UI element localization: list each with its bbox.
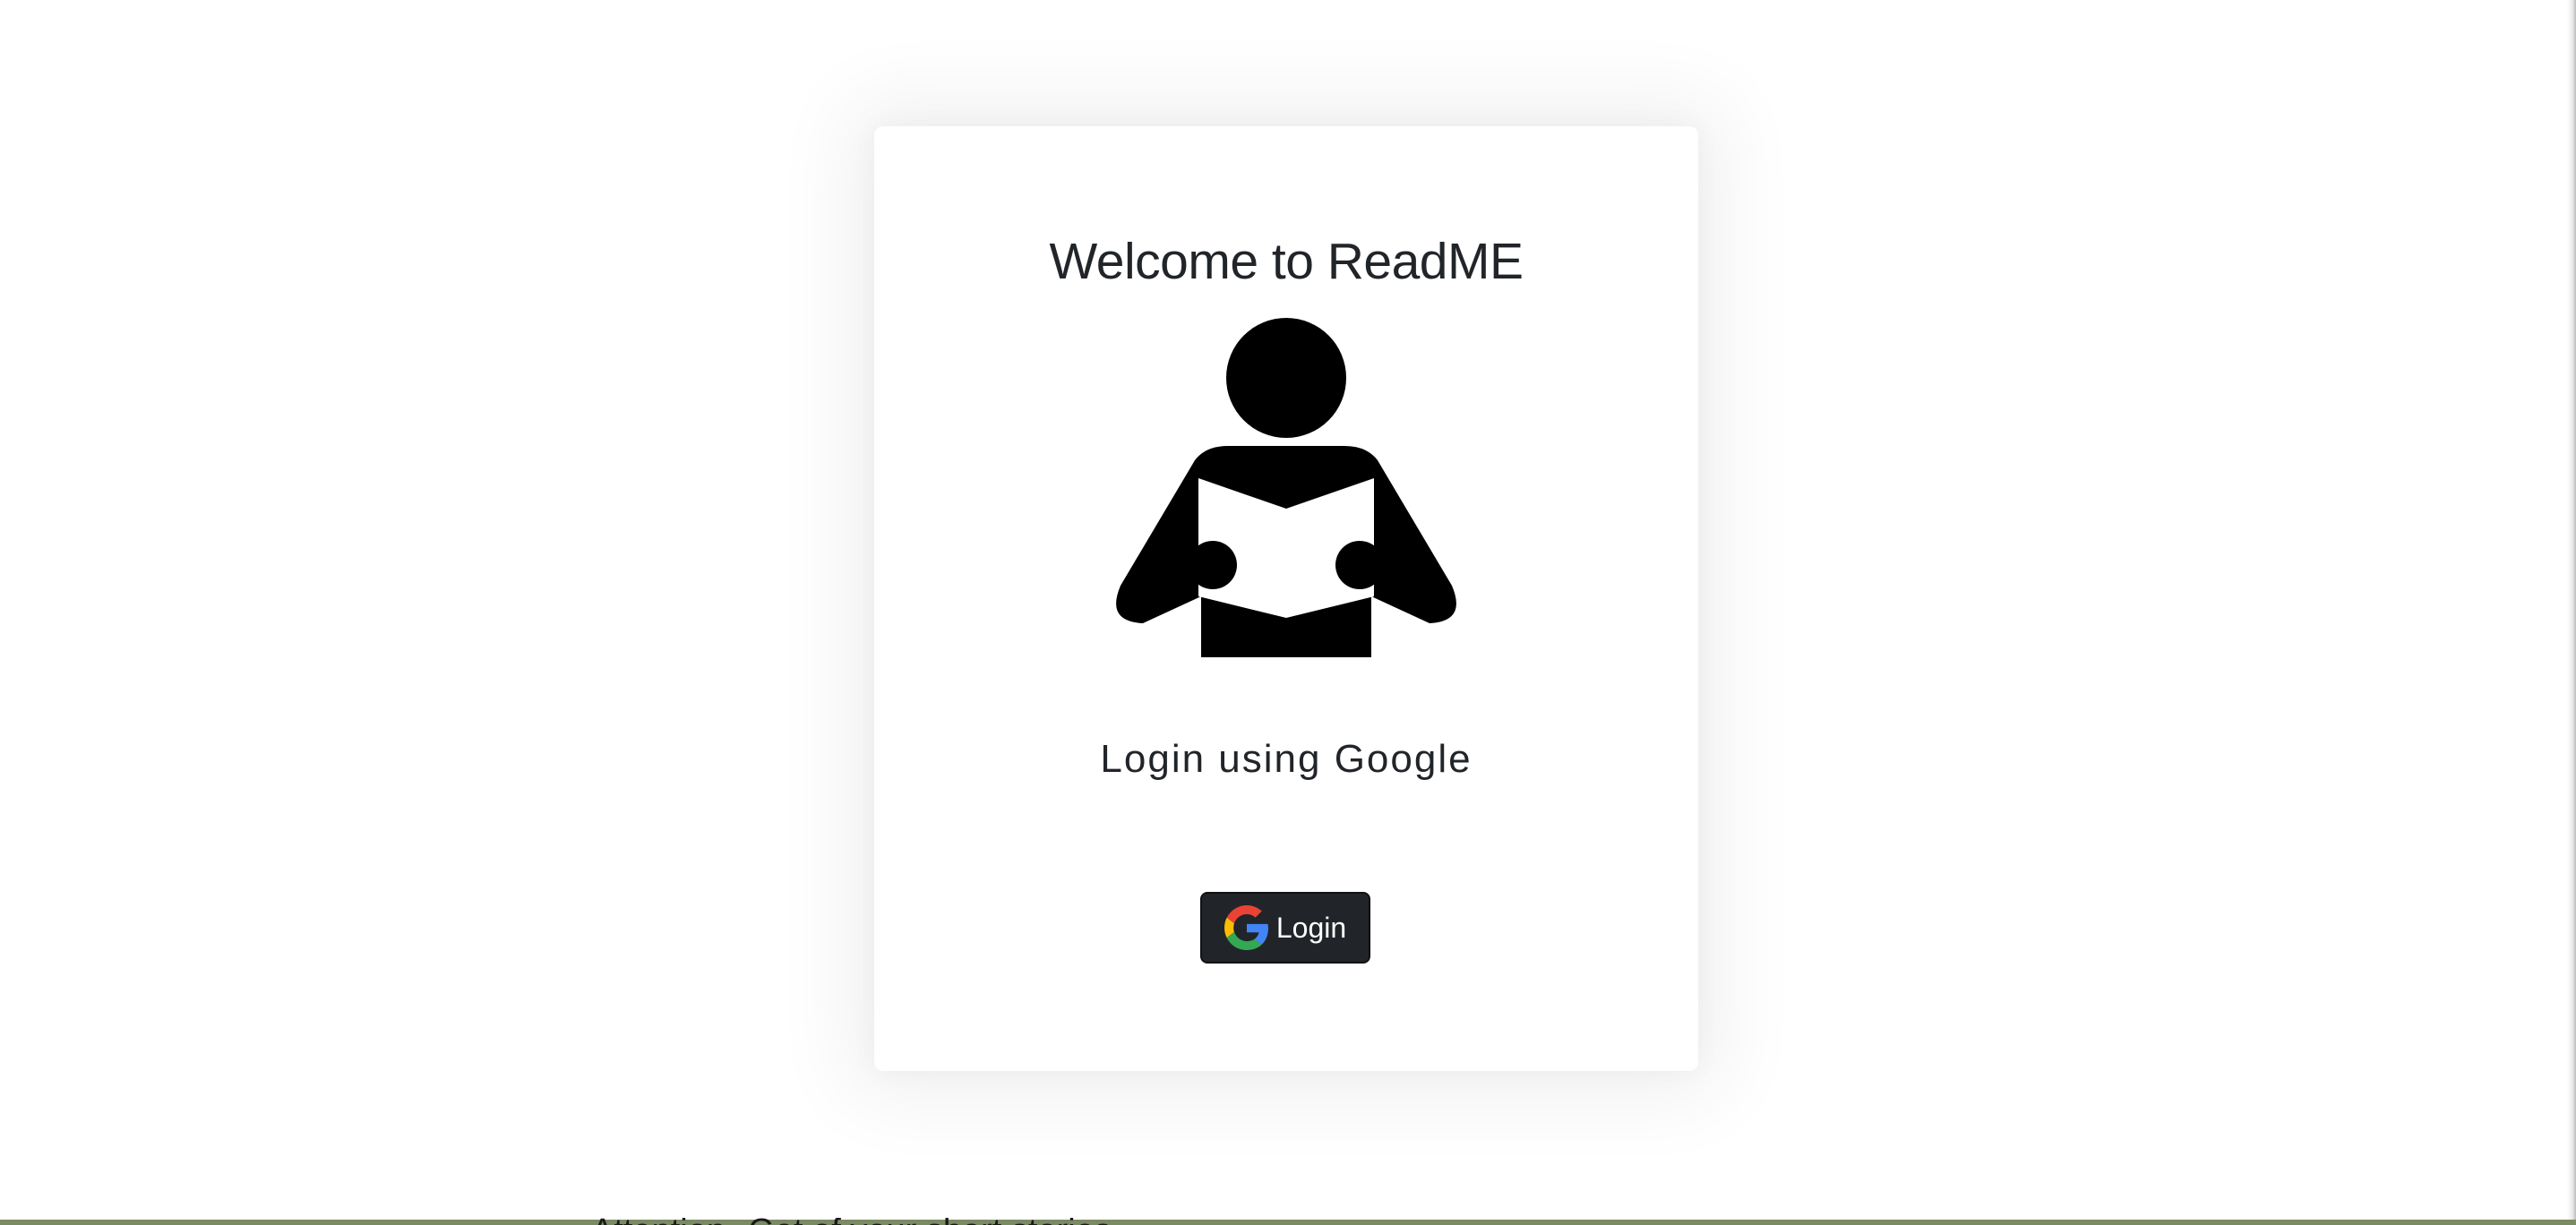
login-page: Welcome to ReadME Login using Google Log… xyxy=(0,0,2576,1225)
login-subtitle: Login using Google xyxy=(1100,737,1473,781)
google-login-button[interactable]: Login xyxy=(1200,892,1370,964)
person-reading-icon xyxy=(1116,318,1456,657)
google-icon xyxy=(1224,905,1268,950)
window-edge xyxy=(2567,0,2576,1225)
background-window-strip xyxy=(0,1220,2576,1225)
page-title: Welcome to ReadME xyxy=(1049,233,1524,290)
login-card: Welcome to ReadME Login using Google Log… xyxy=(874,126,1698,1071)
login-button-label: Login xyxy=(1275,911,1347,944)
background-window-text: Attention--Get of your short stories xyxy=(591,1218,1112,1225)
